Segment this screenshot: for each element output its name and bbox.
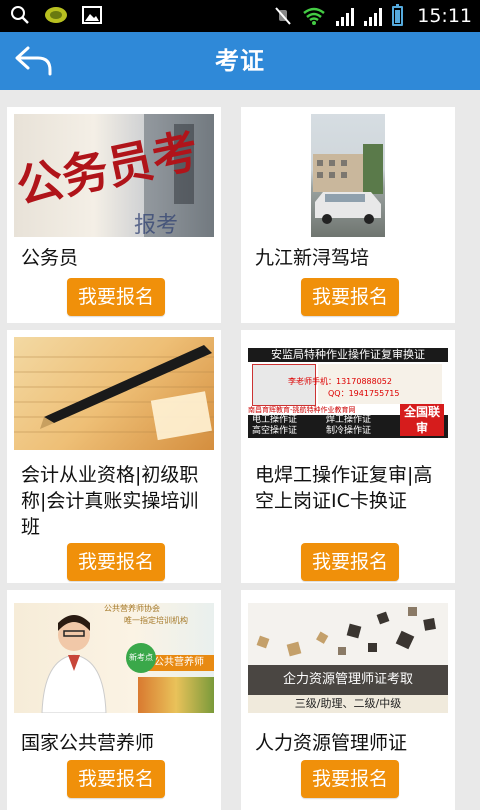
- search-icon: [11, 6, 29, 24]
- wifi-icon: [303, 7, 326, 25]
- image-contact-phone: 李老师手机：13170888052: [288, 377, 392, 386]
- signal-icon: [336, 6, 355, 26]
- course-image: 公共营养师协会 唯一指定培训机构 公共营养师 新考点: [14, 603, 214, 713]
- course-card-welding[interactable]: 安监局特种作业操作证复审换证 李老师手机：13170888052 QQ：1941…: [241, 330, 455, 583]
- signal-icon: [364, 6, 383, 26]
- apply-button[interactable]: 我要报名: [301, 760, 399, 798]
- course-image: 企力资源管理师证考取 三级/助理、二级/中级: [248, 603, 448, 713]
- image-stamp: 全国联审: [400, 404, 444, 436]
- app-header: 考证: [0, 32, 480, 90]
- image-contact-qq: QQ：1941755715: [328, 389, 400, 398]
- image-item: 高空操作证: [252, 426, 298, 436]
- page-title: 考证: [215, 47, 265, 75]
- image-icon: [82, 6, 102, 24]
- image-item: 电工操作证: [252, 415, 298, 425]
- image-text: 唯一指定培训机构: [124, 616, 188, 625]
- course-image: [311, 114, 385, 237]
- mute-icon: [275, 7, 291, 25]
- course-card-driving-school[interactable]: 九江新浔驾培 我要报名: [241, 107, 455, 323]
- course-image: 公务员考 报考: [14, 114, 214, 237]
- apply-button[interactable]: 我要报名: [67, 278, 165, 316]
- image-text: 报考: [134, 213, 178, 237]
- image-badge: 新考点: [126, 643, 156, 673]
- image-item: 焊工操作证: [326, 415, 372, 425]
- course-title: 公务员: [21, 247, 79, 269]
- clock: 15:11: [417, 5, 472, 27]
- course-card-accounting[interactable]: 会计从业资格|初级职称|会计真账实操培训班 我要报名: [7, 330, 221, 583]
- apply-button[interactable]: 我要报名: [301, 543, 399, 581]
- course-card-hr-manager[interactable]: 企力资源管理师证考取 三级/助理、二级/中级 人力资源管理师证 我要报名: [241, 590, 455, 810]
- course-title: 电焊工操作证复审|高空上岗证IC卡换证: [255, 464, 433, 512]
- course-title: 人力资源管理师证: [255, 732, 408, 754]
- app-notification-icon: [45, 7, 67, 23]
- image-band: 企力资源管理师证考取: [248, 665, 448, 695]
- course-card-civil-servant[interactable]: 公务员考 报考 公务员 我要报名: [7, 107, 221, 323]
- course-image: 安监局特种作业操作证复审换证 李老师手机：13170888052 QQ：1941…: [248, 348, 448, 438]
- battery-icon: [392, 4, 404, 26]
- course-title: 九江新浔驾培: [255, 247, 370, 269]
- apply-button[interactable]: 我要报名: [301, 278, 399, 316]
- image-levels: 三级/助理、二级/中级: [248, 695, 448, 713]
- status-bar: 15:11: [0, 0, 480, 32]
- course-image: [14, 337, 214, 450]
- course-title: 会计从业资格|初级职称|会计真账实操培训班: [21, 464, 199, 538]
- apply-button[interactable]: 我要报名: [67, 760, 165, 798]
- apply-button[interactable]: 我要报名: [67, 543, 165, 581]
- image-item: 制冷操作证: [326, 426, 372, 436]
- course-title: 国家公共营养师: [21, 732, 155, 754]
- image-banner: 安监局特种作业操作证复审换证: [248, 348, 448, 362]
- course-card-nutritionist[interactable]: 公共营养师协会 唯一指定培训机构 公共营养师 新考点 国家公共营养师 我要报名: [7, 590, 221, 810]
